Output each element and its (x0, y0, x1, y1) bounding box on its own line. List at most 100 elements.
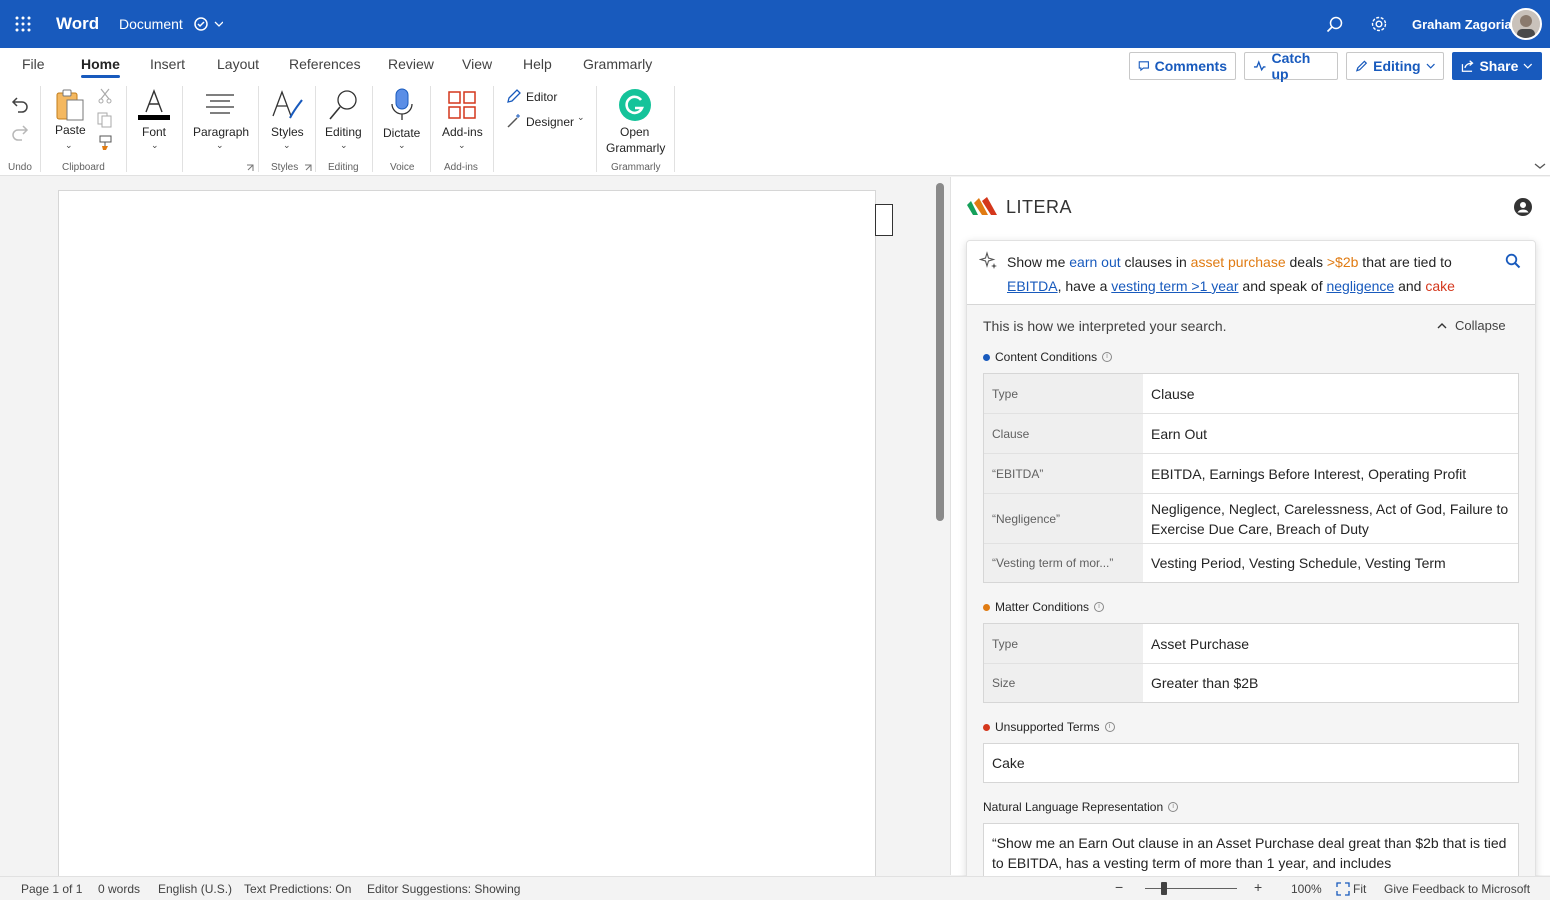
catch-up-button[interactable]: Catch up (1244, 50, 1338, 82)
table-row: “Vesting term of mor...” Vesting Period, … (984, 544, 1518, 582)
language[interactable]: English (U.S.) (158, 882, 232, 896)
zoom-out-button[interactable]: − (1115, 879, 1123, 895)
dictate-label[interactable]: Dictate (383, 126, 420, 140)
ribbon-collapse-icon[interactable] (1534, 162, 1546, 170)
tab-grammarly[interactable]: Grammarly (583, 56, 652, 72)
editing-label[interactable]: Editing (325, 125, 362, 139)
ribbon-separator (430, 86, 431, 172)
chevron-down-icon[interactable]: ⌄ (340, 140, 348, 151)
format-painter-icon[interactable] (97, 135, 113, 151)
find-icon[interactable] (328, 88, 360, 122)
editing-mode-button[interactable]: Editing (1346, 52, 1444, 80)
word-count[interactable]: 0 words (98, 882, 140, 896)
settings-gear-icon[interactable] (1370, 15, 1388, 33)
query-term-cake: cake (1425, 278, 1455, 294)
catch-up-label: Catch up (1271, 50, 1311, 82)
styles-icon[interactable] (270, 88, 304, 122)
open-grammarly-label-2[interactable]: Grammarly (606, 141, 665, 155)
zoom-level[interactable]: 100% (1291, 882, 1322, 896)
app-launcher-icon[interactable] (14, 15, 32, 33)
tab-layout[interactable]: Layout (217, 56, 259, 72)
query-term-ebitda[interactable]: EBITDA (1007, 278, 1058, 294)
zoom-slider-thumb[interactable] (1161, 882, 1167, 895)
tab-references[interactable]: References (289, 56, 361, 72)
query-term-vesting[interactable]: vesting term >1 year (1111, 278, 1238, 294)
comments-button[interactable]: Comments (1129, 52, 1236, 80)
tab-review[interactable]: Review (388, 56, 434, 72)
tab-view[interactable]: View (462, 56, 492, 72)
editor-label[interactable]: Editor (526, 90, 557, 104)
designer-label[interactable]: Designer (526, 115, 574, 129)
chevron-down-icon[interactable]: ⌄ (398, 140, 406, 151)
page-marker (875, 204, 893, 236)
account-icon[interactable] (1514, 198, 1532, 216)
nlr-heading: Natural Language Representation i (983, 800, 1179, 814)
group-label-grammarly: Grammarly (611, 162, 661, 173)
search-query[interactable]: Show me earn out clauses in asset purcha… (967, 241, 1535, 305)
chevron-down-icon[interactable]: ⌄ (458, 140, 466, 151)
saved-status-icon[interactable] (193, 16, 223, 32)
zoom-in-button[interactable]: + (1254, 879, 1262, 895)
share-button[interactable]: Share (1452, 52, 1542, 80)
section-title: Content Conditions (995, 350, 1098, 364)
page-count[interactable]: Page 1 of 1 (21, 882, 82, 896)
paste-label[interactable]: Paste (55, 123, 86, 137)
tab-insert[interactable]: Insert (150, 56, 185, 72)
editor-pen-icon[interactable] (506, 88, 522, 104)
undo-icon[interactable] (10, 96, 30, 114)
info-icon[interactable]: i (1104, 722, 1115, 732)
open-grammarly-label-1[interactable]: Open (620, 125, 649, 139)
vertical-scrollbar[interactable] (936, 183, 944, 521)
search-icon[interactable] (1505, 253, 1521, 269)
tab-help[interactable]: Help (523, 56, 552, 72)
info-icon[interactable]: i (1094, 602, 1105, 612)
paragraph-icon[interactable] (204, 92, 236, 116)
copy-icon[interactable] (97, 112, 113, 128)
feedback-link[interactable]: Give Feedback to Microsoft (1384, 882, 1530, 896)
microphone-icon[interactable] (390, 88, 414, 122)
font-color-icon[interactable] (138, 88, 170, 120)
fit-icon[interactable] (1336, 882, 1350, 896)
tab-file[interactable]: File (22, 56, 45, 72)
info-icon[interactable]: i (1168, 802, 1179, 812)
paragraph-label[interactable]: Paragraph (193, 125, 249, 139)
chevron-down-icon[interactable]: ⌄ (65, 140, 73, 151)
user-name[interactable]: Graham Zagoria (1412, 17, 1512, 32)
app-name[interactable]: Word (56, 14, 99, 34)
search-card: Show me earn out clauses in asset purcha… (966, 240, 1536, 880)
redo-icon[interactable] (10, 124, 30, 142)
tab-home[interactable]: Home (81, 56, 120, 78)
styles-label[interactable]: Styles (271, 125, 304, 139)
ribbon: Undo Paste ⌄ Clipboard Font ⌄ Paragraph … (0, 82, 1550, 176)
fit-button[interactable]: Fit (1353, 882, 1366, 896)
dialog-launcher-icon[interactable] (304, 164, 312, 172)
designer-wand-icon[interactable] (506, 113, 522, 129)
add-ins-label[interactable]: Add-ins (442, 125, 483, 139)
table-row: Type Clause (984, 374, 1518, 414)
search-icon[interactable] (1326, 16, 1344, 34)
paste-icon[interactable] (54, 88, 86, 122)
font-label[interactable]: Font (142, 125, 166, 139)
text-predictions[interactable]: Text Predictions: On (244, 882, 351, 896)
cut-icon[interactable] (98, 88, 112, 104)
dialog-launcher-icon[interactable] (246, 164, 254, 172)
document-page[interactable] (58, 190, 876, 880)
info-icon[interactable]: i (1102, 352, 1113, 362)
avatar[interactable] (1510, 8, 1542, 40)
chevron-down-icon[interactable]: ⌄ (577, 112, 585, 123)
group-label-undo: Undo (8, 162, 32, 173)
chevron-down-icon[interactable]: ⌄ (216, 140, 224, 151)
status-bar: Page 1 of 1 0 words English (U.S.) Text … (0, 876, 1550, 900)
editor-suggestions[interactable]: Editor Suggestions: Showing (367, 882, 520, 896)
row-value: Vesting Period, Vesting Schedule, Vestin… (1151, 555, 1446, 571)
chevron-down-icon[interactable]: ⌄ (283, 140, 291, 151)
collapse-button[interactable]: Collapse (1437, 318, 1506, 333)
add-ins-icon[interactable] (447, 90, 477, 120)
litera-brand: LITERA (1006, 197, 1073, 217)
zoom-slider[interactable] (1145, 888, 1237, 889)
grammarly-logo-icon[interactable] (619, 89, 651, 121)
query-term-negligence[interactable]: negligence (1326, 278, 1394, 294)
group-label-styles: Styles (271, 162, 299, 173)
chevron-down-icon[interactable]: ⌄ (151, 140, 159, 151)
document-name[interactable]: Document (119, 16, 183, 32)
